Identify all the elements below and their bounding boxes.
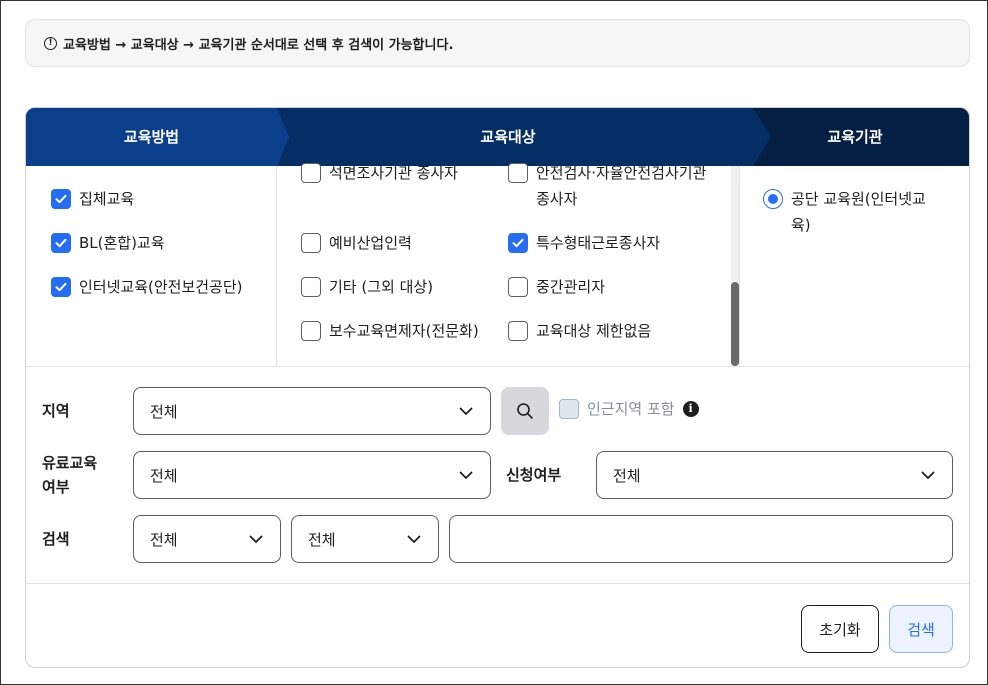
institution-label: 공단 교육원(인터넷교육) xyxy=(791,190,926,234)
step-header: 교육방법 교육대상 교육기관 xyxy=(26,108,969,166)
search-type-value-2: 전체 xyxy=(308,530,336,549)
search-type-value-1: 전체 xyxy=(150,530,178,549)
search-input[interactable] xyxy=(449,515,953,563)
target-label: 예비산업인력 xyxy=(329,234,412,252)
checkbox[interactable] xyxy=(301,277,321,297)
target-option[interactable]: 안전검사·자율안전검사기관 종사자 xyxy=(508,160,708,212)
checkbox-disabled[interactable] xyxy=(559,398,579,419)
search-button[interactable]: 검색 xyxy=(889,605,953,653)
notice-banner: ! 교육방법 → 교육대상 → 교육기관 순서대로 선택 후 검색이 가능합니다… xyxy=(25,19,970,67)
method-option[interactable]: 집체교육 xyxy=(51,186,134,212)
chevron-down-icon xyxy=(459,407,473,415)
target-option[interactable]: 기타 (그외 대상) xyxy=(301,274,433,300)
target-option[interactable]: 교육대상 제한없음 xyxy=(508,318,651,344)
search-type-select-2[interactable]: 전체 xyxy=(291,515,439,563)
reset-button[interactable]: 초기화 xyxy=(801,605,879,653)
checkbox-checked[interactable] xyxy=(51,189,71,209)
method-label: 인터넷교육(안전보건공단) xyxy=(79,278,243,296)
section-divider xyxy=(26,583,969,584)
section-divider xyxy=(26,366,969,367)
region-select[interactable]: 전체 xyxy=(133,387,491,435)
region-select-value: 전체 xyxy=(150,402,178,421)
paid-select[interactable]: 전체 xyxy=(133,451,491,499)
method-option[interactable]: 인터넷교육(안전보건공단) xyxy=(51,274,243,300)
nearby-region-option[interactable]: 인근지역 포함 i xyxy=(559,398,699,419)
exclamation-circle-icon: ! xyxy=(44,36,57,50)
target-label: 교육대상 제한없음 xyxy=(536,322,652,340)
target-label: 보수교육면제자(전문화) xyxy=(329,322,479,340)
checkbox-checked[interactable] xyxy=(51,277,71,297)
target-label: 특수형태근로종사자 xyxy=(536,234,661,252)
paid-select-value: 전체 xyxy=(150,466,178,485)
paid-label-line1: 유료교육 xyxy=(42,454,98,472)
checkbox[interactable] xyxy=(508,163,528,183)
search-type-select-1[interactable]: 전체 xyxy=(133,515,281,563)
search-label: 검색 xyxy=(42,530,70,548)
checkbox[interactable] xyxy=(301,321,321,341)
nearby-region-label: 인근지역 포함 xyxy=(587,400,675,418)
target-option[interactable]: 보수교육면제자(전문화) xyxy=(301,318,479,344)
target-label: 기타 (그외 대상) xyxy=(329,278,434,296)
checkmark-icon xyxy=(512,238,524,248)
region-label: 지역 xyxy=(42,402,70,420)
column-divider xyxy=(739,166,740,366)
step-method[interactable]: 교육방법 xyxy=(26,108,277,166)
target-option[interactable]: 석면조사기관 종사자 xyxy=(301,160,458,186)
apply-select-value: 전체 xyxy=(613,466,641,485)
target-option[interactable]: 예비산업인력 xyxy=(301,230,412,256)
method-label: BL(혼합)교육 xyxy=(79,234,165,252)
radio-selected[interactable] xyxy=(763,189,783,209)
target-option[interactable]: 특수형태근로종사자 xyxy=(508,230,660,256)
info-icon[interactable]: i xyxy=(682,400,699,417)
chevron-down-icon xyxy=(459,471,473,479)
paid-label-line2: 여부 xyxy=(42,478,70,496)
apply-label: 신청여부 xyxy=(506,466,562,484)
step-institution[interactable]: 교육기관 xyxy=(739,108,969,166)
target-label: 안전검사·자율안전검사기관 종사자 xyxy=(536,164,707,208)
target-scrollbar-thumb[interactable] xyxy=(731,282,739,366)
region-search-button[interactable] xyxy=(501,387,549,435)
chevron-down-icon xyxy=(407,535,421,543)
column-divider xyxy=(276,166,277,366)
search-panel: 교육방법 교육대상 교육기관 집체교육 BL(혼합)교육 인터넷교육(안전보건공… xyxy=(25,107,970,668)
target-label: 석면조사기관 종사자 xyxy=(329,164,458,182)
method-option[interactable]: BL(혼합)교육 xyxy=(51,230,165,256)
checkbox-checked[interactable] xyxy=(508,233,528,253)
paid-label: 유료교육 여부 xyxy=(42,451,97,499)
checkmark-icon xyxy=(55,194,67,204)
chevron-down-icon xyxy=(249,535,263,543)
checkmark-icon xyxy=(55,282,67,292)
institution-option[interactable]: 공단 교육원(인터넷교육) xyxy=(763,186,943,238)
checkbox[interactable] xyxy=(301,163,321,183)
checkbox[interactable] xyxy=(508,321,528,341)
target-option[interactable]: 중간관리자 xyxy=(508,274,605,300)
checkbox-checked[interactable] xyxy=(51,233,71,253)
chevron-down-icon xyxy=(921,471,935,479)
radio-dot xyxy=(768,194,778,204)
target-label: 중간관리자 xyxy=(536,278,606,296)
method-label: 집체교육 xyxy=(79,190,135,208)
checkmark-icon xyxy=(55,238,67,248)
checkbox[interactable] xyxy=(301,233,321,253)
checkbox[interactable] xyxy=(508,277,528,297)
search-icon xyxy=(517,403,533,419)
step-target[interactable]: 교육대상 xyxy=(277,108,739,166)
notice-text: 교육방법 → 교육대상 → 교육기관 순서대로 선택 후 검색이 가능합니다. xyxy=(63,37,454,53)
apply-select[interactable]: 전체 xyxy=(596,451,953,499)
